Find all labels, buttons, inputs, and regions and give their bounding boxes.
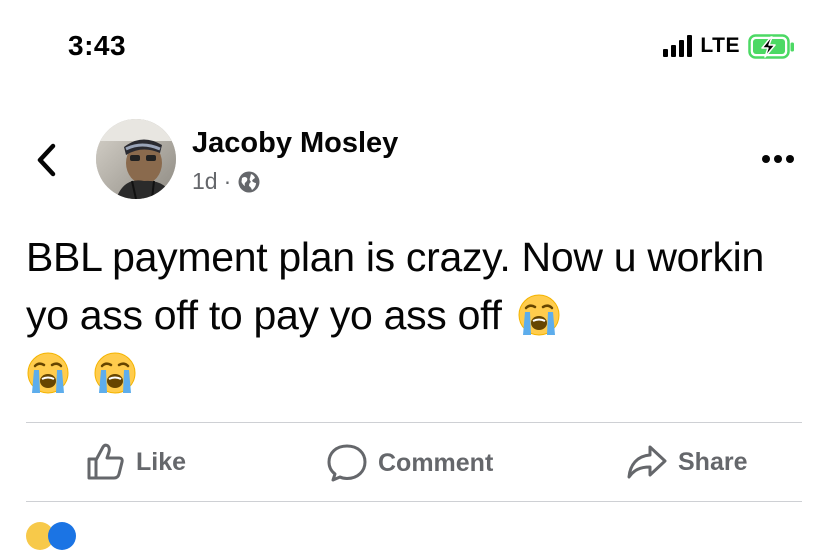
loudly-crying-face-icon <box>27 352 69 394</box>
comment-bubble-icon <box>327 444 367 482</box>
more-horizontal-icon <box>762 155 770 163</box>
share-arrow-icon <box>627 445 667 479</box>
divider <box>26 422 802 423</box>
like-button[interactable]: Like <box>86 443 186 481</box>
comment-label: Comment <box>378 448 494 477</box>
network-type-label: LTE <box>700 34 740 57</box>
post-timestamp[interactable]: 1d <box>192 168 218 195</box>
share-button[interactable]: Share <box>626 443 747 481</box>
meta-separator: · <box>223 168 232 194</box>
battery-charging-icon <box>748 34 794 59</box>
like-reaction-icon <box>48 522 76 550</box>
chevron-left-icon <box>37 143 56 177</box>
reactions-summary[interactable] <box>26 522 76 550</box>
thumbs-up-icon <box>87 443 124 480</box>
back-button[interactable] <box>28 140 64 180</box>
loudly-crying-face-icon <box>94 352 136 394</box>
status-indicators: LTE <box>663 34 794 59</box>
comment-button[interactable]: Comment <box>326 443 493 483</box>
post-meta: 1d · <box>192 168 261 195</box>
status-time: 3:43 <box>68 30 127 61</box>
globe-icon <box>238 171 260 192</box>
author-name[interactable]: Jacoby Mosley <box>192 127 398 160</box>
avatar[interactable] <box>96 119 176 199</box>
loudly-crying-face-icon <box>518 294 560 336</box>
more-options-button[interactable] <box>758 146 798 172</box>
divider <box>26 501 802 502</box>
post-text-container: BBL payment plan is crazy. Now u workin … <box>26 228 786 402</box>
signal-bars-icon <box>663 35 693 57</box>
like-label: Like <box>136 447 187 476</box>
share-label: Share <box>678 447 748 476</box>
post-text: BBL payment plan is crazy. Now u workin … <box>26 234 764 338</box>
